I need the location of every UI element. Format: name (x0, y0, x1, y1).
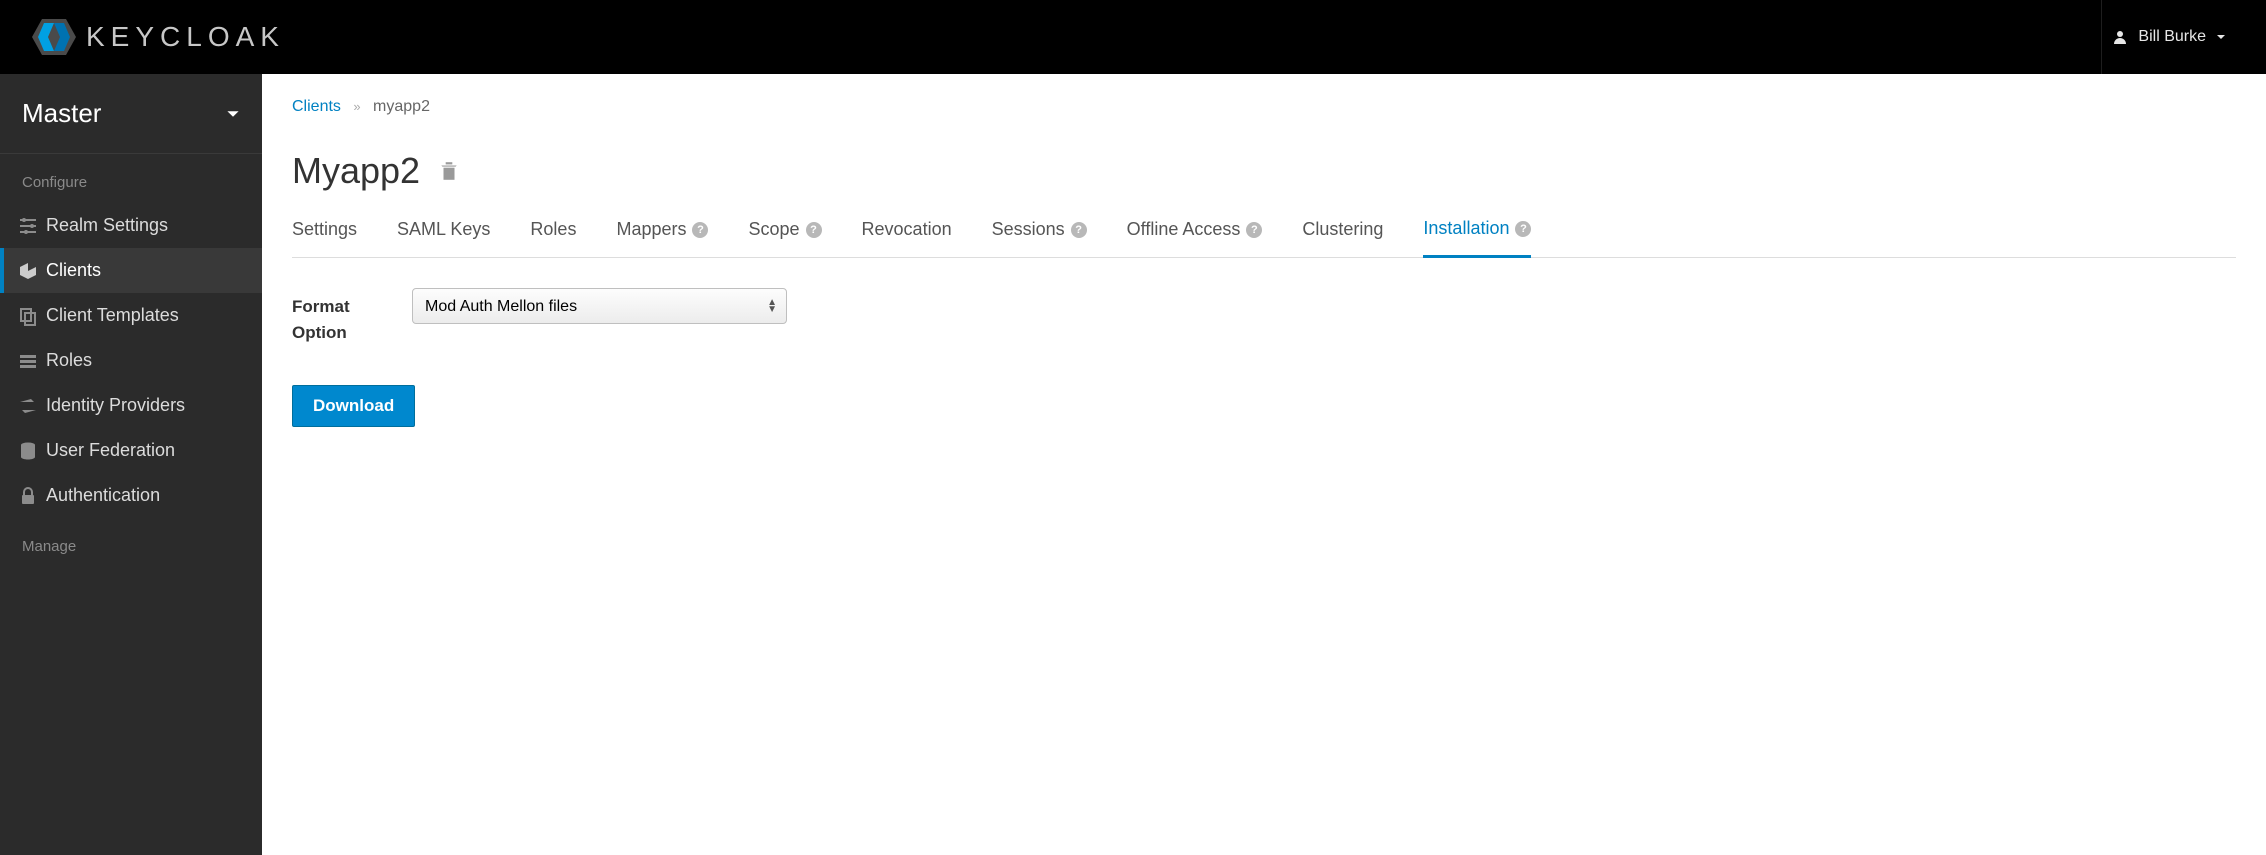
section-label-configure: Configure (0, 154, 262, 203)
copy-icon (18, 306, 38, 326)
chevron-down-icon (226, 107, 240, 121)
sidebar-item-authentication[interactable]: Authentication (0, 473, 262, 518)
tab-revocation[interactable]: Revocation (862, 218, 952, 257)
sidebar-item-label: Realm Settings (46, 215, 168, 236)
tab-label: Roles (530, 219, 576, 240)
lock-icon (18, 486, 38, 506)
section-label-manage: Manage (0, 518, 262, 567)
breadcrumb-sep: » (353, 99, 360, 114)
tab-roles[interactable]: Roles (530, 218, 576, 257)
sidebar-item-roles[interactable]: Roles (0, 338, 262, 383)
tab-label: Sessions (992, 219, 1065, 240)
tab-offline-access[interactable]: Offline Access? (1127, 218, 1263, 257)
sidebar-item-user-federation[interactable]: User Federation (0, 428, 262, 473)
page-title: Myapp2 (292, 150, 2236, 192)
sidebar-item-label: User Federation (46, 440, 175, 461)
tab-installation[interactable]: Installation? (1423, 218, 1531, 258)
tab-mappers[interactable]: Mappers? (616, 218, 708, 257)
sidebar-item-label: Identity Providers (46, 395, 185, 416)
tab-label: Settings (292, 219, 357, 240)
sidebar-item-clients[interactable]: Clients (0, 248, 262, 293)
tab-label: Revocation (862, 219, 952, 240)
help-icon[interactable]: ? (806, 222, 822, 238)
tab-label: Installation (1423, 218, 1509, 239)
tab-label: Mappers (616, 219, 686, 240)
help-icon[interactable]: ? (1071, 222, 1087, 238)
format-option-select[interactable]: Mod Auth Mellon files (412, 288, 787, 324)
format-option-row: Format Option Mod Auth Mellon files ▲▼ (292, 288, 2236, 345)
tab-scope[interactable]: Scope? (748, 218, 821, 257)
breadcrumb: Clients » myapp2 (292, 98, 2236, 116)
exchange-icon (18, 396, 38, 416)
tab-label: Scope (748, 219, 799, 240)
sidebar-item-label: Client Templates (46, 305, 179, 326)
sidebar-item-identity-providers[interactable]: Identity Providers (0, 383, 262, 428)
nav-configure: Realm Settings Clients Client Templates … (0, 203, 262, 518)
help-icon[interactable]: ? (692, 222, 708, 238)
tab-label: Clustering (1302, 219, 1383, 240)
brand-text: KEYCLOAK (86, 21, 285, 53)
realm-selector[interactable]: Master (0, 74, 262, 154)
topbar: KEYCLOAK Bill Burke (0, 0, 2266, 74)
sidebar-item-label: Clients (46, 260, 101, 281)
realm-name: Master (22, 98, 101, 129)
help-icon[interactable]: ? (1246, 222, 1262, 238)
tab-sessions[interactable]: Sessions? (992, 218, 1087, 257)
sidebar-item-label: Roles (46, 350, 92, 371)
chevron-down-icon (2216, 32, 2226, 42)
list-icon (18, 351, 38, 371)
database-icon (18, 441, 38, 461)
breadcrumb-current: myapp2 (373, 98, 430, 115)
breadcrumb-parent[interactable]: Clients (292, 98, 341, 115)
tab-label: Offline Access (1127, 219, 1241, 240)
keycloak-logo-icon (30, 13, 78, 61)
tabs: Settings SAML Keys Roles Mappers? Scope?… (292, 218, 2236, 258)
tab-settings[interactable]: Settings (292, 218, 357, 257)
format-option-select-wrap: Mod Auth Mellon files ▲▼ (412, 288, 787, 324)
sidebar-item-realm-settings[interactable]: Realm Settings (0, 203, 262, 248)
sidebar-item-label: Authentication (46, 485, 160, 506)
tab-saml-keys[interactable]: SAML Keys (397, 218, 490, 257)
sliders-icon (18, 216, 38, 236)
user-menu[interactable]: Bill Burke (2101, 0, 2236, 74)
sidebar-item-client-templates[interactable]: Client Templates (0, 293, 262, 338)
brand-logo: KEYCLOAK (30, 13, 285, 61)
user-icon (2112, 29, 2128, 45)
download-button[interactable]: Download (292, 385, 415, 427)
tab-label: SAML Keys (397, 219, 490, 240)
main-content: Clients » myapp2 Myapp2 Settings SAML Ke… (262, 74, 2266, 855)
help-icon[interactable]: ? (1515, 221, 1531, 237)
cube-icon (18, 261, 38, 281)
user-name: Bill Burke (2138, 28, 2206, 46)
page-title-text: Myapp2 (292, 150, 420, 192)
sidebar: Master Configure Realm Settings Clients … (0, 74, 262, 855)
delete-button[interactable] (438, 160, 460, 182)
format-option-label: Format Option (292, 288, 372, 345)
tab-clustering[interactable]: Clustering (1302, 218, 1383, 257)
